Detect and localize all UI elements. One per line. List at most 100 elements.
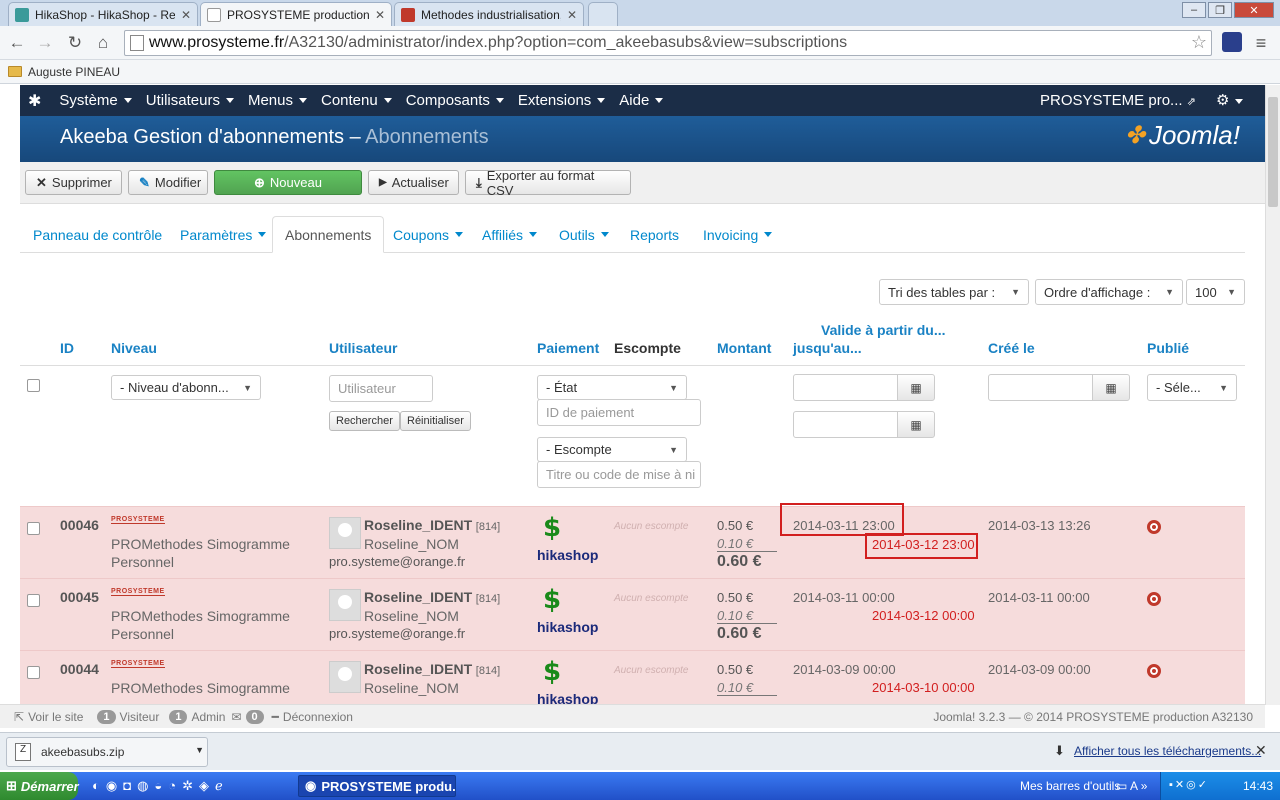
row-checkbox[interactable] xyxy=(27,522,40,535)
new-tab-button[interactable] xyxy=(588,2,618,26)
row-id[interactable]: 00044 xyxy=(60,661,99,677)
export-csv-button[interactable]: ⤓ Exporter au format CSV xyxy=(465,168,631,198)
logout-link[interactable]: Déconnexion xyxy=(283,710,353,724)
extension-icon[interactable] xyxy=(1222,32,1242,52)
close-tab-icon[interactable]: ✕ xyxy=(181,8,191,22)
row-id[interactable]: 00045 xyxy=(60,589,99,605)
tab-subscriptions[interactable]: Abonnements xyxy=(272,216,385,253)
col-created[interactable]: Créé le xyxy=(988,340,1035,356)
username[interactable]: Roseline_IDENT [814] xyxy=(364,517,500,533)
level-name[interactable]: PROMethodes Simogramme Personnel xyxy=(111,607,301,643)
col-valid-to[interactable]: jusqu'au... xyxy=(793,340,862,356)
tab-control-panel[interactable]: Panneau de contrôle xyxy=(21,216,174,253)
browser-tab-hikashop[interactable]: HikaShop - HikaShop - Reply ✕ xyxy=(8,2,198,26)
tab-coupons[interactable]: Coupons xyxy=(381,216,475,253)
username[interactable]: Roseline_IDENT [814] xyxy=(364,589,500,605)
menu-icon[interactable]: ≡ xyxy=(1250,32,1272,54)
start-button[interactable]: ⊞ Démarrer xyxy=(0,772,79,800)
close-tab-icon[interactable]: ✕ xyxy=(375,8,385,22)
back-icon[interactable]: ← xyxy=(6,32,28,54)
select-all-checkbox[interactable] xyxy=(27,379,40,392)
col-payment[interactable]: Paiement xyxy=(537,340,599,356)
payment-id-input[interactable]: ID de paiement xyxy=(537,399,701,426)
menu-extensions[interactable]: Extensions xyxy=(518,92,606,109)
calendar-icon[interactable]: ▦ xyxy=(897,374,935,401)
tab-invoicing[interactable]: Invoicing xyxy=(691,216,784,253)
sort-by-select[interactable]: Tri des tables par : ▼ xyxy=(879,279,1029,305)
col-published[interactable]: Publié xyxy=(1147,340,1189,356)
tab-settings[interactable]: Paramètres xyxy=(168,216,278,253)
page-scrollbar[interactable] xyxy=(1265,85,1280,705)
published-icon[interactable] xyxy=(1147,520,1161,534)
edit-button[interactable]: ✎ Modifier xyxy=(128,170,208,195)
taskbar-window-button[interactable]: ◉ PROSYSTEME produ... xyxy=(298,775,456,797)
restore-icon[interactable]: ❐ xyxy=(1208,2,1232,18)
user-filter-input[interactable]: Utilisateur xyxy=(329,375,433,402)
coupon-input[interactable]: Titre ou code de mise à ni xyxy=(537,461,701,488)
tray-folder[interactable]: ▭ A » xyxy=(1116,779,1147,793)
level-name[interactable]: PROMethodes Simogramme Personnel xyxy=(111,535,301,571)
clock[interactable]: 14:43 xyxy=(1243,779,1273,793)
published-icon[interactable] xyxy=(1147,592,1161,606)
col-id[interactable]: ID xyxy=(60,340,74,356)
menu-help[interactable]: Aide xyxy=(619,92,664,109)
menu-menus[interactable]: Menus xyxy=(248,92,307,109)
created-input[interactable] xyxy=(988,374,1093,401)
menu-components[interactable]: Composants xyxy=(406,92,504,109)
col-valid-from[interactable]: Valide à partir du... xyxy=(821,322,945,338)
level-filter[interactable]: - Niveau d'abonn... ▼ xyxy=(111,375,261,400)
close-tab-icon[interactable]: ✕ xyxy=(567,8,577,22)
state-filter[interactable]: - État ▼ xyxy=(537,375,687,400)
menu-content[interactable]: Contenu xyxy=(321,92,392,109)
delete-button[interactable]: ✕ Supprimer xyxy=(25,170,122,195)
col-user[interactable]: Utilisateur xyxy=(329,340,397,356)
address-bar[interactable]: www.prosysteme.fr/A32130/administrator/i… xyxy=(124,30,1212,56)
app-icon[interactable]: ◔ xyxy=(168,778,176,794)
app-icon[interactable]: ◒ xyxy=(154,778,162,794)
close-icon[interactable]: ✕ xyxy=(1255,742,1267,759)
chrome-icon[interactable]: ◉ xyxy=(106,778,117,794)
show-all-downloads-link[interactable]: Afficher tous les téléchargements... xyxy=(1074,744,1261,758)
limit-select[interactable]: 100 ▼ xyxy=(1186,279,1245,305)
browser-tab-prosysteme[interactable]: PROSYSTEME production A32130 ✕ xyxy=(200,2,392,26)
published-filter[interactable]: - Séle... ▼ xyxy=(1147,374,1237,401)
col-level[interactable]: Niveau xyxy=(111,340,157,356)
minimize-icon[interactable]: ‒ xyxy=(1182,2,1206,18)
forward-icon[interactable]: → xyxy=(34,32,56,54)
search-button[interactable]: Rechercher xyxy=(329,411,400,431)
col-amount[interactable]: Montant xyxy=(717,340,771,356)
menu-users[interactable]: Utilisateurs xyxy=(146,92,234,109)
new-button[interactable]: ⊕ Nouveau xyxy=(214,170,362,195)
browser-tab-methodes[interactable]: Methodes industrialisation, Ar ✕ xyxy=(394,2,584,26)
row-checkbox[interactable] xyxy=(27,666,40,679)
refresh-button[interactable]: ▶ Actualiser xyxy=(368,170,459,195)
menu-system[interactable]: Système xyxy=(59,92,132,109)
joomla-logo-icon[interactable]: ✱ xyxy=(28,91,41,111)
view-site-link[interactable]: Voir le site xyxy=(28,710,83,724)
valid-to-input[interactable] xyxy=(793,411,898,438)
username[interactable]: Roseline_IDENT [814] xyxy=(364,661,500,677)
tab-reports[interactable]: Reports xyxy=(618,216,691,253)
outlook-icon[interactable]: ◘ xyxy=(123,778,131,794)
download-item[interactable]: Z akeebasubs.zip ▼ xyxy=(6,737,208,767)
close-window-icon[interactable]: ✕ xyxy=(1234,2,1274,18)
tab-affiliates[interactable]: Affiliés xyxy=(470,216,549,253)
published-icon[interactable] xyxy=(1147,664,1161,678)
calendar-icon[interactable]: ▦ xyxy=(1092,374,1130,401)
bookmark-folder[interactable]: Auguste PINEAU xyxy=(28,65,120,79)
order-select[interactable]: Ordre d'affichage : ▼ xyxy=(1035,279,1183,305)
calendar-icon[interactable]: ▦ xyxy=(897,411,935,438)
media-icon[interactable]: ◈ xyxy=(199,778,209,794)
tab-tools[interactable]: Outils xyxy=(547,216,621,253)
home-icon[interactable]: ⌂ xyxy=(92,32,114,54)
row-id[interactable]: 00046 xyxy=(60,517,99,533)
row-checkbox[interactable] xyxy=(27,594,40,607)
valid-from-input[interactable] xyxy=(793,374,898,401)
reset-button[interactable]: Réinitialiser xyxy=(400,411,471,431)
settings-gear-icon[interactable]: ⚙ xyxy=(1216,91,1244,109)
chevron-down-icon[interactable]: ▼ xyxy=(195,745,204,755)
level-name[interactable]: PROMethodes Simogramme xyxy=(111,679,301,697)
discount-filter[interactable]: - Escompte ▼ xyxy=(537,437,687,462)
firefox-icon[interactable]: ◍ xyxy=(137,778,148,794)
tray-icons[interactable]: ▪✕◎✓ xyxy=(1169,778,1209,791)
